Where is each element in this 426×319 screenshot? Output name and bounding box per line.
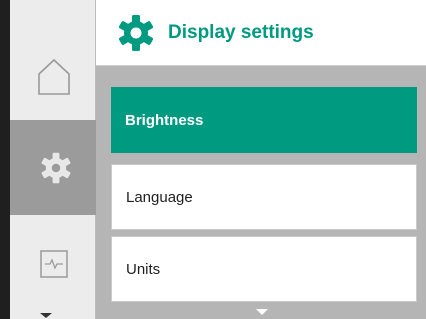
menu-item-label: Units (126, 260, 161, 278)
sidebar-item-home[interactable] (34, 55, 74, 99)
gear-icon (118, 14, 154, 51)
menu-item-units[interactable]: Units (111, 236, 417, 302)
scroll-down-icon[interactable] (256, 309, 268, 315)
page-header: Display settings (96, 0, 426, 66)
sidebar-scroll-down-icon[interactable] (40, 313, 52, 318)
pulse-monitor-icon (40, 250, 68, 278)
page-title: Display settings (168, 21, 314, 43)
menu-item-label: Brightness (125, 111, 204, 129)
sidebar-item-monitor[interactable] (36, 246, 72, 282)
sidebar-item-settings[interactable] (36, 148, 76, 188)
menu-item-label: Language (126, 188, 193, 206)
gear-icon (41, 152, 71, 184)
home-icon (38, 58, 70, 95)
device-edge (0, 0, 10, 319)
menu-item-language[interactable]: Language (111, 164, 417, 230)
menu-item-brightness[interactable]: Brightness (111, 87, 417, 153)
